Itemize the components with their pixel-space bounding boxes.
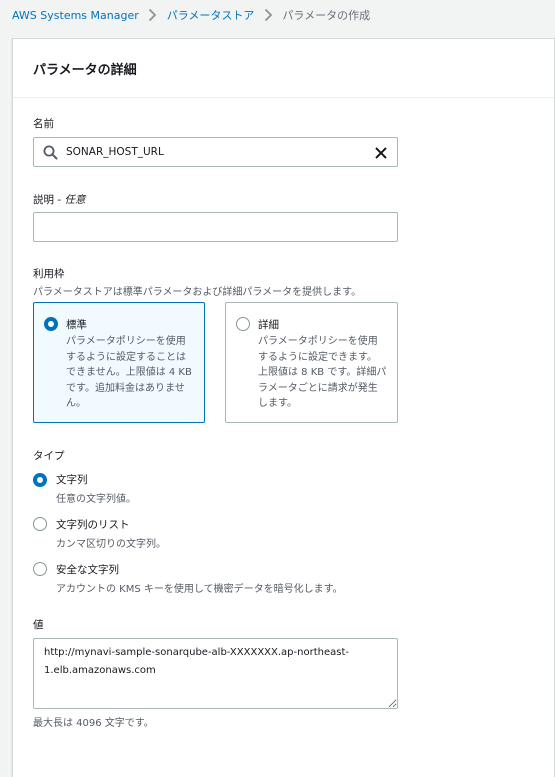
description-input[interactable]	[33, 212, 398, 242]
description-label: 説明 - 任意	[33, 192, 85, 207]
breadcrumb: AWS Systems Manager パラメータストア パラメータの作成	[12, 6, 370, 24]
type-stringlist-desc: カンマ区切りの文字列。	[56, 539, 166, 550]
type-securestring-title: 安全な文字列	[56, 564, 119, 576]
value-constraint-text: 最大長は 4096 文字です。	[33, 718, 154, 729]
desc-line: するように設定することは	[66, 351, 186, 363]
tier-advanced-tile[interactable]: 詳細 パラメータポリシーを使用 するように設定できます。 上限値は 8 KB で…	[225, 302, 398, 423]
tier-advanced-radio[interactable]	[236, 317, 250, 331]
description-label-text: 説明 -	[33, 194, 65, 206]
desc-line: できません。上限値は 4 KB	[66, 367, 192, 378]
chevron-right-icon	[254, 8, 282, 22]
search-icon	[43, 145, 58, 164]
tier-standard-desc: パラメータポリシーを使用 するように設定することは できません。上限値は 4 K…	[66, 334, 196, 412]
tier-label: 利用枠	[33, 268, 65, 280]
optional-marker: 任意	[64, 194, 86, 206]
value-label: 値	[33, 619, 44, 631]
type-securestring-desc: アカウントの KMS キーを使用して機密データを暗号化します。	[56, 584, 343, 595]
panel-title: パラメータの詳細	[13, 39, 554, 98]
desc-line: ラメータごとに請求が発生	[258, 382, 378, 394]
clear-icon[interactable]	[374, 145, 388, 164]
breadcrumb-link-systems-manager[interactable]: AWS Systems Manager	[12, 9, 139, 22]
chevron-right-icon	[139, 8, 167, 22]
type-string-title: 文字列	[56, 474, 88, 486]
tier-standard-title: 標準	[66, 319, 87, 331]
parameter-details-panel: パラメータの詳細 名前 説明 - 任意 利用枠 パラメータストアは標準パラメータ…	[12, 38, 555, 777]
name-field	[33, 137, 398, 167]
type-label: タイプ	[33, 450, 65, 462]
name-input[interactable]	[64, 139, 364, 165]
desc-line: パラメータポリシーを使用	[66, 336, 186, 347]
type-securestring-radio[interactable]	[33, 562, 47, 576]
type-string-desc: 任意の文字列値。	[56, 494, 136, 505]
tier-standard-tile[interactable]: 標準 パラメータポリシーを使用 するように設定することは できません。上限値は …	[33, 302, 205, 423]
desc-line: するように設定できます。	[258, 351, 377, 363]
tier-help-text: パラメータストアは標準パラメータおよび詳細パラメータを提供します。	[33, 287, 362, 298]
breadcrumb-link-parameter-store[interactable]: パラメータストア	[167, 7, 255, 23]
desc-line: 上限値は 8 KB です。詳細パ	[258, 367, 387, 378]
value-textarea[interactable]: http://mynavi-sample-sonarqube-alb-XXXXX…	[33, 638, 398, 709]
type-stringlist-title: 文字列のリスト	[56, 519, 130, 531]
type-string-radio[interactable]	[33, 473, 47, 487]
desc-line: パラメータポリシーを使用	[258, 336, 378, 347]
desc-line: です。追加料金はありませ	[66, 382, 185, 394]
tier-advanced-desc: パラメータポリシーを使用 するように設定できます。 上限値は 8 KB です。詳…	[258, 334, 389, 412]
desc-line: します。	[258, 398, 297, 409]
desc-line: ん。	[66, 398, 86, 409]
tier-advanced-title: 詳細	[258, 319, 279, 331]
name-label: 名前	[33, 118, 54, 130]
breadcrumb-current: パラメータの作成	[282, 9, 371, 22]
type-stringlist-radio[interactable]	[33, 517, 47, 531]
tier-standard-radio[interactable]	[44, 317, 58, 331]
